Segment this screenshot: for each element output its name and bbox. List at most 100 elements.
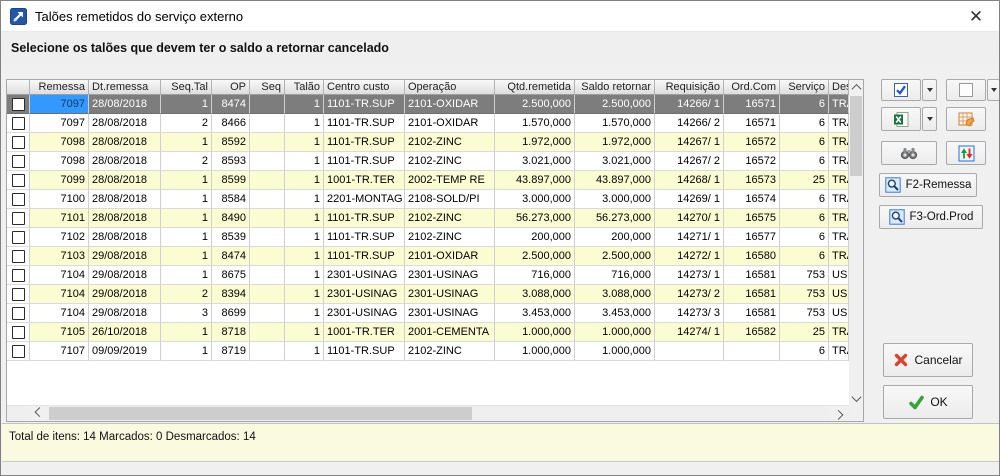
table-cell[interactable] — [7, 114, 30, 133]
table-cell[interactable]: 1 — [161, 247, 212, 266]
table-cell[interactable]: 1001-TR.TER — [324, 323, 405, 342]
row-checkbox[interactable] — [12, 307, 25, 320]
table-cell[interactable]: 28/08/2018 — [89, 114, 161, 133]
table-cell[interactable]: 09/09/2019 — [89, 342, 161, 361]
table-cell[interactable]: 1 — [161, 190, 212, 209]
table-cell[interactable]: USIN — [829, 285, 849, 304]
row-checkbox[interactable] — [12, 326, 25, 339]
sort-button[interactable] — [946, 141, 986, 165]
row-checkbox[interactable] — [12, 136, 25, 149]
table-cell[interactable]: 16574 — [724, 190, 780, 209]
table-cell[interactable]: 7099 — [30, 171, 89, 190]
table-cell[interactable]: 16581 — [724, 304, 780, 323]
table-cell[interactable]: 7097 — [30, 114, 89, 133]
table-cell[interactable]: 16572 — [724, 152, 780, 171]
table-cell[interactable]: 26/10/2018 — [89, 323, 161, 342]
table-cell[interactable]: 14270/ 1 — [655, 209, 724, 228]
table-cell[interactable]: 29/08/2018 — [89, 247, 161, 266]
table-cell[interactable]: 14273/ 1 — [655, 266, 724, 285]
table-cell[interactable]: 1101-TR.SUP — [324, 209, 405, 228]
row-checkbox[interactable] — [12, 231, 25, 244]
row-checkbox[interactable] — [12, 117, 25, 130]
table-cell[interactable] — [250, 171, 285, 190]
table-cell[interactable]: 2301-USINAG — [405, 285, 495, 304]
table-cell[interactable]: 8539 — [212, 228, 250, 247]
table-cell[interactable] — [7, 152, 30, 171]
table-cell[interactable]: 6 — [780, 133, 829, 152]
table-cell[interactable]: 3.088,000 — [575, 285, 655, 304]
table-cell[interactable]: 1.570,000 — [495, 114, 575, 133]
table-row[interactable]: 709828/08/20182859311101-TR.SUP2102-ZINC… — [7, 152, 849, 171]
table-cell[interactable]: 6 — [780, 152, 829, 171]
table-row[interactable]: 709828/08/20181859211101-TR.SUP2102-ZINC… — [7, 133, 849, 152]
table-cell[interactable]: TRA — [829, 247, 849, 266]
table-cell[interactable]: 7107 — [30, 342, 89, 361]
table-cell[interactable]: 14273/ 3 — [655, 304, 724, 323]
table-cell[interactable]: 2301-USINAG — [405, 304, 495, 323]
table-row[interactable]: 710128/08/20181849011101-TR.SUP2102-ZINC… — [7, 209, 849, 228]
table-row[interactable]: 710429/08/20182839412301-USINAG2301-USIN… — [7, 285, 849, 304]
table-cell[interactable]: 1 — [285, 133, 324, 152]
table-cell[interactable]: 1 — [285, 171, 324, 190]
table-cell[interactable]: 1101-TR.SUP — [324, 152, 405, 171]
close-button[interactable]: ✕ — [953, 1, 999, 32]
table-cell[interactable]: 14266/ 2 — [655, 114, 724, 133]
table-cell[interactable]: 1.570,000 — [575, 114, 655, 133]
table-cell[interactable]: 43.897,000 — [575, 171, 655, 190]
row-checkbox[interactable] — [12, 212, 25, 225]
table-cell[interactable] — [7, 171, 30, 190]
vertical-scrollbar[interactable] — [849, 80, 863, 406]
row-checkbox[interactable] — [12, 193, 25, 206]
table-cell[interactable] — [250, 114, 285, 133]
table-cell[interactable]: 16575 — [724, 209, 780, 228]
row-checkbox[interactable] — [12, 155, 25, 168]
table-cell[interactable]: 3.021,000 — [495, 152, 575, 171]
table-cell[interactable]: 2102-ZINC — [405, 228, 495, 247]
table-cell[interactable]: 28/08/2018 — [89, 209, 161, 228]
table-cell[interactable]: 56.273,000 — [495, 209, 575, 228]
table-cell[interactable]: 25 — [780, 171, 829, 190]
table-cell[interactable] — [7, 285, 30, 304]
table-cell[interactable]: 2.500,000 — [575, 247, 655, 266]
table-cell[interactable]: 2101-OXIDAR — [405, 95, 495, 114]
table-cell[interactable]: 2.500,000 — [575, 95, 655, 114]
table-cell[interactable]: 14267/ 2 — [655, 152, 724, 171]
table-cell[interactable]: 1 — [285, 152, 324, 171]
table-cell[interactable]: 6 — [780, 209, 829, 228]
table-cell[interactable]: 2102-ZINC — [405, 209, 495, 228]
table-cell[interactable] — [655, 342, 724, 361]
table-cell[interactable]: TRA — [829, 152, 849, 171]
table-cell[interactable]: 2301-USINAG — [324, 285, 405, 304]
column-header-opera-o[interactable]: Operação — [405, 80, 495, 95]
table-row[interactable]: 709728/08/20181847411101-TR.SUP2101-OXID… — [7, 95, 849, 114]
table-row[interactable]: 710429/08/20181867512301-USINAG2301-USIN… — [7, 266, 849, 285]
table-cell[interactable]: 16571 — [724, 95, 780, 114]
table-cell[interactable]: 28/08/2018 — [89, 95, 161, 114]
uncheck-all-dropdown[interactable] — [987, 79, 1000, 101]
table-cell[interactable]: 8599 — [212, 171, 250, 190]
table-cell[interactable]: 7098 — [30, 152, 89, 171]
table-cell[interactable]: 753 — [780, 266, 829, 285]
table-row[interactable]: 710329/08/20181847411101-TR.SUP2101-OXID… — [7, 247, 849, 266]
table-cell[interactable] — [7, 209, 30, 228]
table-row[interactable]: 710028/08/20181858412201-MONTAG2108-SOLD… — [7, 190, 849, 209]
table-cell[interactable]: 14271/ 1 — [655, 228, 724, 247]
table-cell[interactable]: 2301-USINAG — [405, 266, 495, 285]
check-all-dropdown[interactable] — [922, 79, 937, 101]
table-cell[interactable]: 1 — [161, 228, 212, 247]
column-header-servi-o[interactable]: Serviço — [780, 80, 829, 95]
table-cell[interactable]: 1 — [285, 285, 324, 304]
table-cell[interactable] — [7, 304, 30, 323]
scroll-up-button[interactable] — [849, 80, 863, 95]
table-row[interactable]: 709928/08/20181859911001-TR.TER2002-TEMP… — [7, 171, 849, 190]
table-cell[interactable]: 8719 — [212, 342, 250, 361]
table-cell[interactable]: 1 — [285, 342, 324, 361]
table-cell[interactable]: 1001-TR.TER — [324, 171, 405, 190]
table-cell[interactable]: 29/08/2018 — [89, 285, 161, 304]
table-cell[interactable]: 16573 — [724, 171, 780, 190]
table-cell[interactable]: 1.972,000 — [495, 133, 575, 152]
column-header-ord-com[interactable]: Ord.Com — [724, 80, 780, 95]
column-header-requisi-o[interactable]: Requisição — [655, 80, 724, 95]
table-cell[interactable]: 14273/ 2 — [655, 285, 724, 304]
table-cell[interactable]: 2101-OXIDAR — [405, 114, 495, 133]
